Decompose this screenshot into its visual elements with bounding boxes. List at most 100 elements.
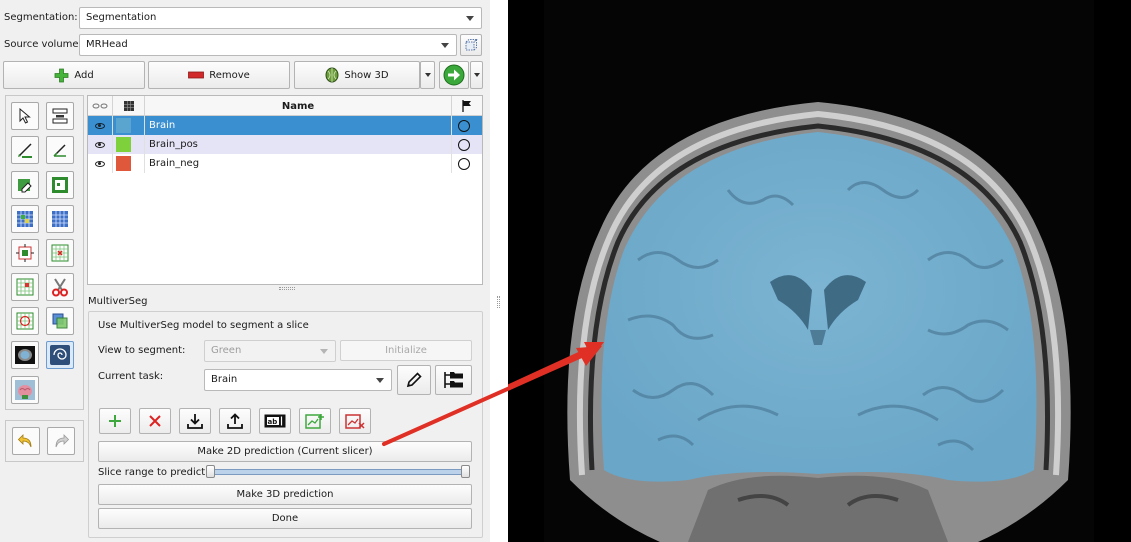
tool-islands[interactable]: [11, 273, 39, 301]
segment-row-brain-pos[interactable]: Brain_pos: [88, 135, 482, 154]
tool-erase[interactable]: [11, 171, 39, 199]
table-resize-handle[interactable]: [279, 287, 295, 290]
view-to-segment-label: View to segment:: [98, 345, 186, 356]
import-button[interactable]: [179, 408, 211, 434]
eye-visibility-icon: [92, 103, 108, 109]
tool-margin[interactable]: [11, 239, 39, 267]
segment-name[interactable]: Brain: [145, 116, 452, 135]
tool-level-tracing[interactable]: [46, 171, 74, 199]
source-geometry-button[interactable]: [460, 34, 482, 56]
slice-viewer[interactable]: [508, 0, 1131, 542]
threshold-icon: [52, 108, 68, 124]
tool-none[interactable]: [11, 102, 39, 130]
grid-smooth-icon: [16, 312, 34, 330]
clear-prompts-button[interactable]: [139, 408, 171, 434]
grid-seeds-icon: [17, 211, 33, 227]
add-segment-button[interactable]: Add: [3, 61, 145, 89]
brain-render-icon: [15, 380, 35, 400]
chart-remove-icon: [345, 414, 365, 429]
tool-fill-between-slices[interactable]: [46, 205, 74, 233]
logical-icon: [52, 313, 68, 329]
segmentation-select[interactable]: Segmentation: [79, 7, 482, 29]
color-grid-icon: [123, 101, 134, 111]
undo-icon: [17, 434, 32, 448]
segment-row-brain-neg[interactable]: Brain_neg: [88, 154, 482, 173]
done-button[interactable]: Done: [98, 508, 472, 529]
tool-smoothing[interactable]: [11, 307, 39, 335]
grid-fill-icon: [52, 211, 68, 227]
current-task-select[interactable]: Brain: [204, 369, 392, 391]
segment-editor-panel: Segmentation: Segmentation Source volume…: [0, 0, 490, 542]
galaxy-icon: [50, 345, 70, 365]
color-column-header[interactable]: [113, 96, 145, 116]
redo-button[interactable]: [47, 427, 75, 455]
level-tracing-icon: [52, 177, 68, 193]
visibility-column-header[interactable]: [88, 96, 113, 116]
tool-multiverseg[interactable]: [46, 341, 74, 369]
pencil-draw-icon: [53, 144, 66, 157]
chevron-down-icon: [473, 73, 480, 77]
add-chart-button[interactable]: [299, 408, 331, 434]
grid-target-icon: [51, 244, 69, 262]
next-module-button[interactable]: [439, 61, 469, 89]
segments-table-header: Name: [88, 96, 482, 116]
scissors-icon: [52, 278, 68, 297]
rename-button[interactable]: ab: [259, 408, 291, 434]
remove-chart-button[interactable]: [339, 408, 371, 434]
add-prompt-button[interactable]: [99, 408, 131, 434]
text-field-icon: ab: [264, 414, 286, 428]
source-volume-select[interactable]: MRHead: [79, 34, 457, 56]
chevron-down-icon: [424, 73, 431, 77]
make-3d-prediction-button[interactable]: Make 3D prediction: [98, 484, 472, 505]
undo-button[interactable]: [12, 427, 40, 455]
eye-visible-icon: [95, 122, 105, 129]
segment-name[interactable]: Brain_pos: [145, 135, 452, 154]
tool-grow-from-seeds[interactable]: [11, 205, 39, 233]
segment-name[interactable]: Brain_neg: [145, 154, 452, 173]
segment-color-swatch: [116, 118, 131, 133]
status-circle-icon[interactable]: [458, 119, 470, 132]
splitter-grip: [497, 296, 500, 308]
tool-threshold[interactable]: [46, 102, 74, 130]
show-3d-menu-button[interactable]: [420, 61, 435, 89]
eye-visible-icon: [95, 141, 105, 148]
download-icon: [187, 414, 203, 429]
show-3d-button[interactable]: Show 3D: [294, 61, 420, 89]
slice-range-slider[interactable]: [210, 469, 467, 475]
segments-table: Name Brain Brain_pos Brain_neg: [87, 95, 483, 285]
3d-cube-icon: [325, 67, 339, 83]
slice-range-min-handle[interactable]: [206, 465, 215, 478]
slice-range-max-handle[interactable]: [461, 465, 470, 478]
status-circle-icon[interactable]: [458, 157, 470, 170]
effect-title: MultiverSeg: [88, 296, 148, 307]
tool-hollow[interactable]: [46, 239, 74, 267]
tool-segment-anything[interactable]: [11, 376, 39, 404]
redo-icon: [55, 434, 70, 448]
tool-draw[interactable]: [46, 136, 74, 164]
panel-splitter[interactable]: [490, 0, 508, 542]
grid-islands-icon: [16, 278, 34, 296]
tool-scissors[interactable]: [46, 273, 74, 301]
plus-icon: [54, 68, 69, 82]
status-circle-icon[interactable]: [458, 138, 470, 151]
next-module-menu-button[interactable]: [470, 61, 483, 89]
view-to-segment-select[interactable]: Green: [204, 340, 336, 362]
current-task-label: Current task:: [98, 371, 164, 382]
annotation-arrow: [382, 346, 602, 446]
undo-redo-group: [5, 420, 84, 462]
mri-coronal-slice: [508, 0, 1131, 542]
remove-segment-button[interactable]: Remove: [148, 61, 290, 89]
minus-icon: [188, 71, 205, 79]
segment-row-brain[interactable]: Brain: [88, 116, 482, 135]
tool-paint[interactable]: [11, 136, 39, 164]
status-column-header[interactable]: [452, 96, 482, 116]
eye-visible-icon: [95, 160, 105, 167]
forward-arrow-icon: [443, 64, 465, 86]
green-plus-icon: [109, 415, 121, 427]
tool-local-threshold[interactable]: [11, 341, 39, 369]
name-column-header[interactable]: Name: [145, 96, 452, 116]
tool-logical-operators[interactable]: [46, 307, 74, 335]
export-button[interactable]: [219, 408, 251, 434]
margin-icon: [16, 244, 34, 262]
paint-brush-icon: [18, 143, 32, 158]
